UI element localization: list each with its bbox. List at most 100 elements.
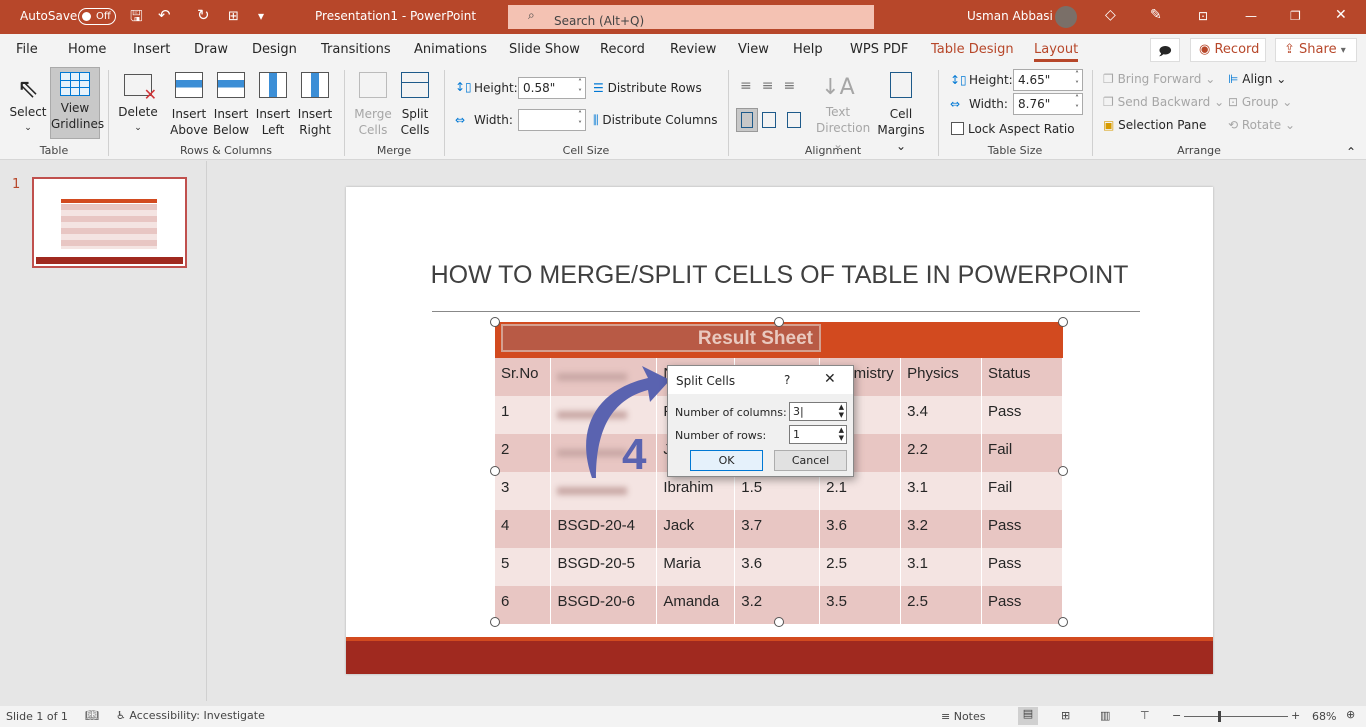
user-name[interactable]: Usman Abbasi bbox=[967, 9, 1053, 23]
slide-sorter-icon[interactable]: ⊞ bbox=[1061, 709, 1070, 722]
table-cell[interactable]: 3.2 bbox=[900, 510, 983, 548]
slide-thumbnail[interactable] bbox=[32, 177, 187, 268]
table-cell[interactable]: Jack bbox=[656, 510, 736, 548]
table-cell[interactable]: 3.6 bbox=[819, 510, 902, 548]
distribute-rows-button[interactable]: ☰ Distribute Rows bbox=[593, 80, 702, 96]
tab-slide-show[interactable]: Slide Show bbox=[509, 42, 580, 57]
close-icon[interactable]: ✕ bbox=[1335, 7, 1347, 23]
rows-spinner[interactable]: 1 ▲ ▼ bbox=[789, 425, 847, 444]
split-cells-button[interactable]: Split Cells bbox=[394, 72, 436, 138]
tab-draw[interactable]: Draw bbox=[194, 42, 228, 57]
record-button[interactable]: ◉ Record bbox=[1190, 38, 1266, 62]
tab-insert[interactable]: Insert bbox=[133, 42, 170, 57]
cell-margins-button[interactable]: Cell Margins ⌄ bbox=[872, 72, 930, 154]
delete-button[interactable]: ✕ Delete ⌄ bbox=[117, 74, 159, 136]
table-cell[interactable]: BSGD-20-6 bbox=[550, 586, 658, 624]
notes-button[interactable]: ≡ Notes bbox=[941, 710, 986, 723]
help-button[interactable]: ? bbox=[784, 373, 790, 387]
align-button[interactable]: ⊫ Align ⌄ bbox=[1228, 71, 1286, 87]
insert-above-button[interactable]: Insert Above bbox=[168, 72, 210, 138]
tab-file[interactable]: File bbox=[16, 42, 38, 57]
distribute-columns-button[interactable]: ⫼ Distribute Columns bbox=[593, 112, 718, 128]
table-cell[interactable]: 1.5 bbox=[734, 472, 821, 510]
tab-table-design[interactable]: Table Design bbox=[931, 42, 1014, 57]
columns-spinner[interactable]: 3| ▲ ▼ bbox=[789, 402, 847, 421]
selection-pane-button[interactable]: ▣ Selection Pane bbox=[1103, 117, 1206, 133]
zoom-out-button[interactable]: − bbox=[1172, 709, 1181, 722]
ok-button[interactable]: OK bbox=[690, 450, 763, 471]
horizontal-align-icons[interactable]: ≡≡≡ bbox=[740, 78, 805, 94]
select-button[interactable]: ⇖ Select ⌄ bbox=[8, 74, 48, 136]
reading-view-icon[interactable]: ▥ bbox=[1100, 709, 1110, 722]
table-cell[interactable]: 2.1 bbox=[819, 472, 902, 510]
table-cell[interactable]: Pass bbox=[981, 396, 1063, 434]
table-cell[interactable]: 3.4 bbox=[900, 396, 983, 434]
slide-title[interactable]: HOW TO MERGE/SPLIT CELLS OF TABLE IN POW… bbox=[346, 261, 1213, 290]
table-caption[interactable]: Result Sheet bbox=[501, 324, 821, 352]
slideshow-icon[interactable]: ⊤ bbox=[1140, 709, 1150, 722]
minimize-icon[interactable]: — bbox=[1245, 9, 1257, 23]
undo-icon[interactable]: ↶ bbox=[158, 6, 171, 24]
header-cell[interactable]: Sr.No bbox=[495, 358, 552, 396]
resize-handle[interactable] bbox=[774, 617, 784, 627]
save-icon[interactable]: 🖫 bbox=[130, 6, 143, 31]
fit-to-window-icon[interactable]: ⊕ bbox=[1346, 708, 1355, 721]
header-cell[interactable]: Status bbox=[981, 358, 1063, 396]
table-cell[interactable]: 2.5 bbox=[819, 548, 902, 586]
tab-review[interactable]: Review bbox=[670, 42, 716, 57]
tab-layout[interactable]: Layout bbox=[1034, 42, 1079, 62]
insert-right-button[interactable]: Insert Right bbox=[294, 72, 336, 138]
present-icon[interactable]: ⊞ bbox=[228, 9, 239, 24]
table-cell[interactable]: 3.6 bbox=[734, 548, 821, 586]
send-backward-button[interactable]: ❐ Send Backward ⌄ bbox=[1103, 94, 1224, 110]
zoom-in-button[interactable]: + bbox=[1291, 709, 1300, 722]
cell-width-input[interactable]: ˄ ˅ bbox=[518, 109, 586, 131]
lock-aspect-ratio-checkbox[interactable] bbox=[951, 122, 964, 135]
autosave-toggle[interactable]: Off bbox=[78, 8, 116, 25]
tab-transitions[interactable]: Transitions bbox=[321, 42, 391, 57]
table-cell[interactable]: 3.5 bbox=[819, 586, 902, 624]
table-cell[interactable]: 4 bbox=[495, 510, 552, 548]
comments-button[interactable]: 🗩 bbox=[1150, 38, 1180, 62]
cancel-button[interactable]: Cancel bbox=[774, 450, 847, 471]
table-cell[interactable]: 3.1 bbox=[900, 548, 983, 586]
tab-record[interactable]: Record bbox=[600, 42, 645, 57]
normal-view-icon[interactable]: ▤ bbox=[1018, 707, 1038, 725]
resize-handle[interactable] bbox=[1058, 466, 1068, 476]
align-bottom-button[interactable] bbox=[787, 112, 801, 128]
view-gridlines-button[interactable]: View Gridlines bbox=[50, 67, 104, 139]
table-cell[interactable]: 2 bbox=[495, 434, 552, 472]
align-top-button[interactable] bbox=[736, 108, 758, 132]
table-cell[interactable]: BSGD-20-4 bbox=[550, 510, 658, 548]
table-cell[interactable]: 3 bbox=[495, 472, 552, 510]
accessibility-button[interactable]: ♿︎ Accessibility: Investigate bbox=[116, 709, 265, 722]
tab-wps-pdf[interactable]: WPS PDF bbox=[850, 42, 908, 57]
table-cell[interactable]: Pass bbox=[981, 548, 1063, 586]
table-cell[interactable]: 2.5 bbox=[900, 586, 983, 624]
table-cell[interactable]: 2.2 bbox=[900, 434, 983, 472]
resize-handle[interactable] bbox=[1058, 617, 1068, 627]
table-cell[interactable]: 3.1 bbox=[900, 472, 983, 510]
table-cell[interactable]: Amanda bbox=[656, 586, 736, 624]
table-cell[interactable]: 6 bbox=[495, 586, 552, 624]
avatar[interactable] bbox=[1055, 6, 1077, 28]
resize-handle[interactable] bbox=[490, 617, 500, 627]
search-box[interactable]: ⌕ Search (Alt+Q) bbox=[508, 5, 874, 29]
resize-handle[interactable] bbox=[490, 317, 500, 327]
text-direction-button[interactable]: ↓A Text Direction ⌄ bbox=[816, 72, 870, 152]
resize-handle[interactable] bbox=[490, 466, 500, 476]
collapse-ribbon-icon[interactable]: ⌃ bbox=[1346, 144, 1356, 160]
table-cell[interactable]: Fail bbox=[981, 434, 1063, 472]
cell-height-input[interactable]: 0.58" ˄ ˅ bbox=[518, 77, 586, 99]
table-cell[interactable]: Pass bbox=[981, 510, 1063, 548]
table-cell[interactable]: 5 bbox=[495, 548, 552, 586]
resize-handle[interactable] bbox=[774, 317, 784, 327]
bring-forward-button[interactable]: ❐ Bring Forward ⌄ bbox=[1103, 71, 1215, 87]
spelling-icon[interactable]: 📖︎ bbox=[85, 709, 99, 722]
dialog-close-icon[interactable]: ✕ bbox=[824, 371, 836, 387]
insert-left-button[interactable]: Insert Left bbox=[252, 72, 294, 138]
tab-design[interactable]: Design bbox=[252, 42, 297, 57]
restore-icon[interactable]: ❐ bbox=[1290, 9, 1301, 23]
insert-below-button[interactable]: Insert Below bbox=[210, 72, 252, 138]
align-middle-button[interactable] bbox=[762, 112, 776, 128]
